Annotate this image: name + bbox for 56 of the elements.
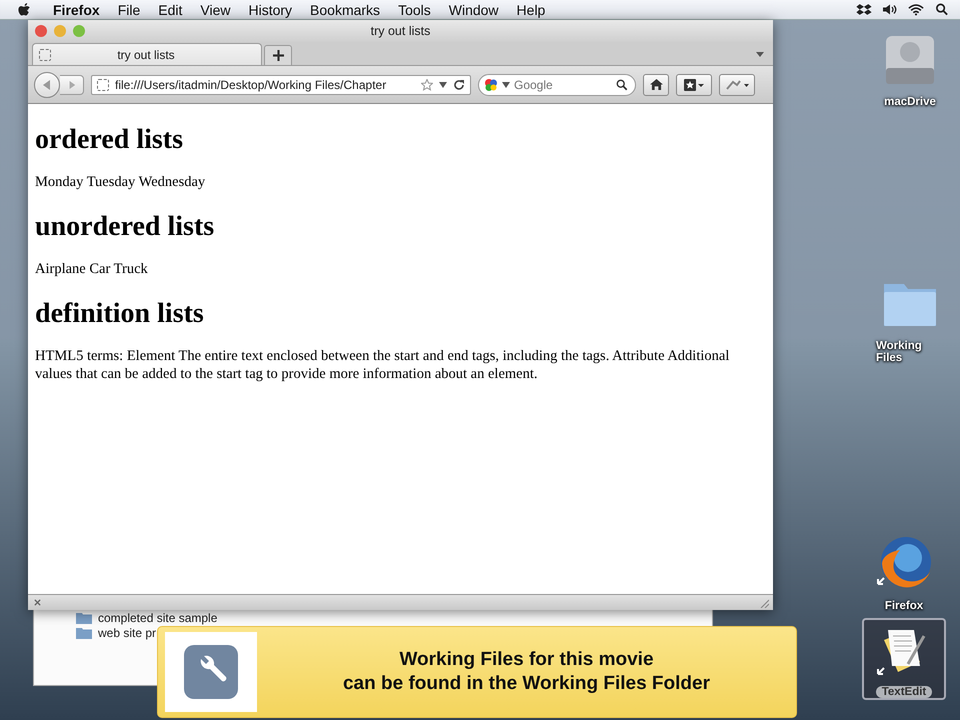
box-icon[interactable] — [856, 3, 872, 16]
menu-item[interactable]: File — [108, 2, 150, 18]
forward-button[interactable] — [60, 74, 84, 94]
volume-icon[interactable] — [882, 3, 898, 16]
home-icon — [650, 79, 662, 90]
page-icon — [97, 78, 109, 90]
apple-icon[interactable] — [18, 2, 32, 18]
file-name[interactable]: completed site sample — [98, 610, 218, 624]
caret-icon[interactable] — [756, 52, 764, 57]
paragraph: Airplane Car Truck — [35, 260, 149, 278]
paragraph: Monday Tuesday Wednesday — [35, 173, 206, 191]
plus-icon — [272, 50, 284, 61]
resize-grip-icon[interactable] — [759, 598, 769, 608]
star-icon — [683, 78, 705, 90]
caret-icon[interactable] — [439, 82, 447, 88]
chart-icon — [725, 78, 749, 90]
wifi-icon[interactable] — [908, 3, 924, 16]
search-icon[interactable] — [616, 78, 628, 90]
menu-item[interactable]: Firefox — [44, 2, 109, 18]
address-field[interactable]: file:///Users/itadmin/Desktop/Working Files/Chapter — [91, 74, 471, 94]
home-button[interactable] — [643, 74, 669, 96]
menu-item[interactable]: Help — [508, 2, 554, 18]
search-field[interactable]: Google — [478, 74, 636, 96]
search-icon[interactable] — [934, 3, 950, 16]
search-input[interactable]: Google — [514, 78, 612, 92]
window-title: try out lists — [370, 24, 430, 38]
heading: definition lists — [35, 298, 205, 330]
tab[interactable]: try out lists — [32, 43, 262, 65]
menu-item[interactable]: Tools — [389, 2, 440, 18]
desktop-icon[interactable]: Firefox — [862, 532, 946, 614]
close-icon[interactable] — [34, 599, 41, 606]
star-icon[interactable] — [421, 78, 433, 90]
new-tab-button[interactable] — [264, 45, 292, 65]
desktop-icon[interactable]: TextEdit — [862, 618, 946, 700]
back-arrow-icon — [42, 80, 52, 90]
reload-icon[interactable] — [453, 78, 465, 90]
menu-item[interactable]: Bookmarks — [301, 2, 390, 18]
menu-item[interactable]: Edit — [149, 2, 192, 18]
file-name[interactable]: web site pr — [98, 626, 156, 640]
heading: unordered lists — [35, 211, 216, 243]
menu-item[interactable]: Window — [440, 2, 508, 18]
bookmarks-button[interactable] — [676, 74, 712, 96]
wrench-icon — [184, 645, 238, 699]
addon-button[interactable] — [719, 74, 755, 96]
notice-text: Working Files for this movie can be found in the Working Files Folder — [342, 648, 711, 696]
back-button[interactable] — [34, 72, 60, 98]
page-icon — [39, 48, 51, 60]
caret-icon[interactable] — [502, 82, 510, 88]
close-button[interactable] — [35, 25, 47, 37]
search-engine-icon[interactable] — [484, 78, 498, 92]
heading: ordered lists — [35, 124, 184, 156]
paragraph: HTML5 terms: Element The entire text enclosed between the start and end tags, including the tags. Attribute Additional values that can be added to the start tag to provide more information about an element. — [35, 347, 730, 383]
menu-item[interactable]: View — [191, 2, 240, 18]
menu-item[interactable]: History — [239, 2, 302, 18]
folder-icon — [76, 626, 92, 638]
forward-arrow-icon — [68, 80, 76, 88]
